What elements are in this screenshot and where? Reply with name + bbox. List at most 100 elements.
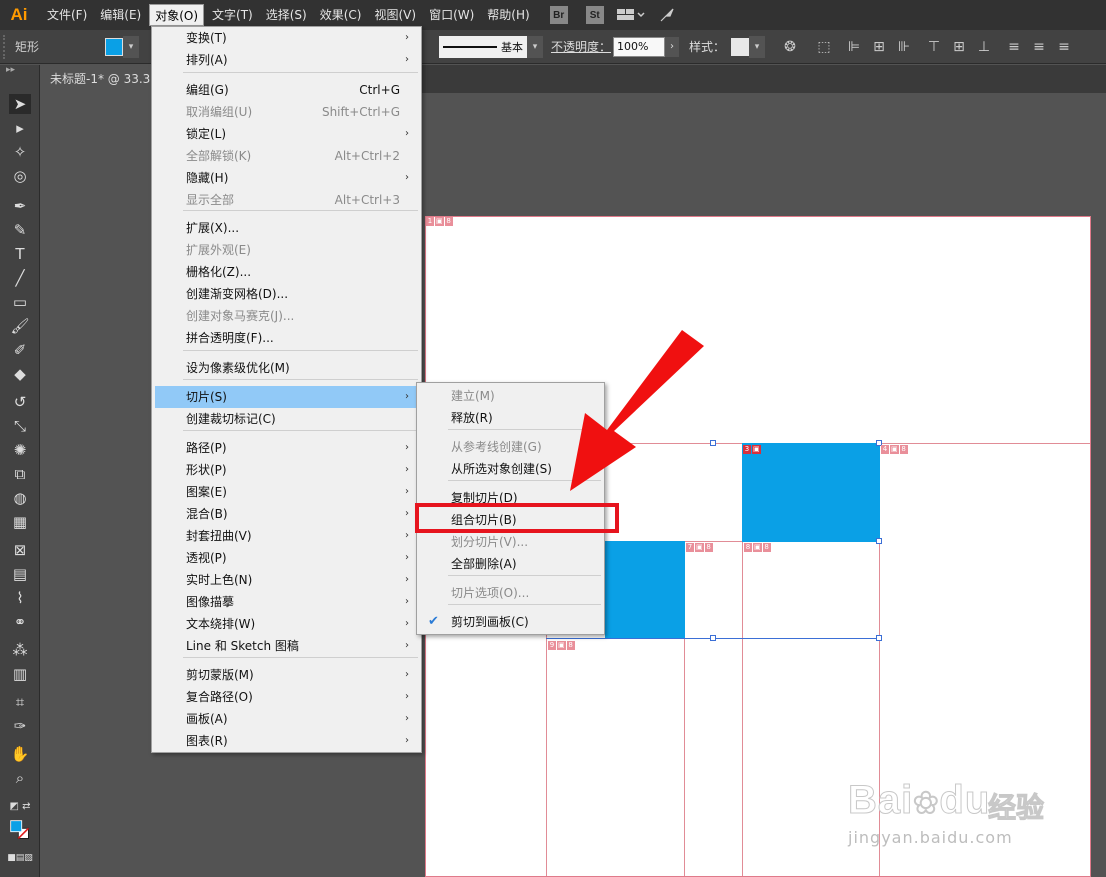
stroke-profile-dropdown[interactable]: 基本 [439, 35, 527, 58]
rectangle-tool-icon[interactable]: ▭ [9, 292, 31, 312]
scale-tool-icon[interactable]: ⤡ [9, 416, 31, 436]
object-menu-item[interactable]: 扩展(X)... [155, 217, 418, 239]
object-menu-item[interactable]: 路径(P) › [155, 437, 418, 459]
menu-6[interactable]: 视图(V) [369, 4, 421, 26]
blue-rectangle[interactable] [605, 541, 685, 639]
symbol-sprayer-tool-icon[interactable]: ⁂ [9, 640, 31, 660]
default-fill-stroke-icon[interactable]: ◩ ⇄ [9, 796, 31, 816]
object-menu-item[interactable]: 切片(S) › [155, 386, 418, 408]
object-menu-item[interactable]: 复合路径(O) › [155, 686, 418, 708]
selection-tool-icon[interactable]: ➤ [9, 94, 31, 114]
align-left-icon[interactable]: ⊫ [845, 38, 863, 56]
stroke-profile-arrow[interactable]: ▾ [527, 35, 543, 58]
graphic-style-dropdown[interactable]: ▾ [749, 35, 766, 58]
stock-icon[interactable]: St [585, 5, 604, 25]
hand-tool-icon[interactable]: ✋ [9, 744, 31, 764]
menu-3[interactable]: 文字(T) [207, 4, 258, 26]
zoom-tool-icon[interactable]: ⌕ [9, 768, 31, 788]
shape-builder-tool-icon[interactable]: ◍ [9, 488, 31, 508]
rotate-tool-icon[interactable]: ↺ [9, 392, 31, 412]
selection-handle[interactable] [710, 440, 716, 446]
line-tool-icon[interactable]: ╱ [9, 268, 31, 288]
slice-menu-item[interactable]: 全部删除(A) [420, 553, 601, 575]
object-menu-item[interactable]: 实时上色(N) › [155, 569, 418, 591]
align-bottom-icon[interactable]: ⊥ [975, 38, 993, 56]
slice-tool-icon[interactable]: ✑ [9, 716, 31, 736]
fill-swatch[interactable] [105, 37, 123, 56]
object-menu-item[interactable]: 透视(P) › [155, 547, 418, 569]
align-right-icon[interactable]: ⊪ [895, 38, 913, 56]
free-transform-tool-icon[interactable]: ⧉ [9, 464, 31, 484]
object-menu-item[interactable]: 形状(P) › [155, 459, 418, 481]
object-menu-item[interactable]: 栅格化(Z)... [155, 261, 418, 283]
eraser-tool-icon[interactable]: ◆ [9, 364, 31, 384]
selection-handle[interactable] [876, 538, 882, 544]
shaper-tool-icon[interactable]: ✐ [9, 340, 31, 360]
object-menu-item[interactable]: 剪切蒙版(M) › [155, 664, 418, 686]
distribute-bottom-icon[interactable]: ≡ [1055, 38, 1073, 56]
align-horizontal-center-icon[interactable]: ⊞ [870, 38, 888, 56]
artboard-tool-icon[interactable]: ⌗ [9, 692, 31, 712]
align-to-icon[interactable]: ⬚ [815, 38, 833, 56]
object-menu-item[interactable]: 图像描摹 › [155, 591, 418, 613]
object-menu-item[interactable]: 创建裁切标记(C) [155, 408, 418, 430]
color-mode-icons[interactable]: ■▤▧ [7, 848, 33, 868]
fill-stroke-swatch-icon[interactable] [9, 818, 31, 842]
perspective-grid-tool-icon[interactable]: ▦ [9, 512, 31, 532]
object-menu-item[interactable]: 设为像素级优化(M) [155, 357, 418, 379]
slice-menu-item[interactable]: 释放(R) [420, 407, 601, 429]
object-menu-item[interactable]: 封套扭曲(V) › [155, 525, 418, 547]
bridge-icon[interactable]: Br [549, 5, 568, 25]
paintbrush-tool-icon[interactable]: 🖌 [9, 316, 31, 336]
fill-dropdown[interactable]: ▾ [123, 35, 139, 58]
object-menu-item[interactable]: Line 和 Sketch 图稿 › [155, 635, 418, 657]
rocket-icon[interactable] [656, 5, 678, 25]
opacity-arrow[interactable]: › [665, 36, 680, 57]
menu-8[interactable]: 帮助(H) [482, 4, 534, 26]
object-menu-item[interactable]: 创建渐变网格(D)... [155, 283, 418, 305]
menu-5[interactable]: 效果(C) [315, 4, 367, 26]
pen-tool-icon[interactable]: ✒ [9, 196, 31, 216]
menu-7[interactable]: 窗口(W) [424, 4, 479, 26]
blue-rectangle[interactable] [742, 443, 880, 542]
gradient-tool-icon[interactable]: ▤ [9, 564, 31, 584]
slice-menu-item[interactable]: ✔ 剪切到画板(C) [420, 611, 601, 633]
recolor-artwork-icon[interactable]: ❂ [781, 38, 799, 56]
mesh-tool-icon[interactable]: ⊠ [9, 540, 31, 560]
menu-0[interactable]: 文件(F) [42, 4, 92, 26]
eyedropper-tool-icon[interactable]: ⌇ [9, 588, 31, 608]
menu-1[interactable]: 编辑(E) [95, 4, 146, 26]
distribute-top-icon[interactable]: ≡ [1005, 38, 1023, 56]
workspace-layout-icon[interactable] [616, 5, 646, 25]
selection-handle[interactable] [876, 635, 882, 641]
align-top-icon[interactable]: ⊤ [925, 38, 943, 56]
distribute-center-icon[interactable]: ≡ [1030, 38, 1048, 56]
column-graph-tool-icon[interactable]: ▥ [9, 664, 31, 684]
object-menu-item[interactable]: 隐藏(H) › [155, 167, 418, 189]
object-menu-item[interactable]: 文本绕排(W) › [155, 613, 418, 635]
opacity-label[interactable]: 不透明度： [551, 38, 611, 55]
type-tool-icon[interactable]: T [9, 244, 31, 264]
align-vertical-center-icon[interactable]: ⊞ [950, 38, 968, 56]
graphic-style-swatch[interactable] [731, 37, 750, 56]
magic-wand-tool-icon[interactable]: ✧ [9, 142, 31, 162]
curvature-tool-icon[interactable]: ✎ [9, 220, 31, 240]
document-tab[interactable]: 未标题-1* @ 33.3 [42, 65, 162, 93]
object-menu-item[interactable]: 画板(A) › [155, 708, 418, 730]
object-menu-item[interactable]: 编组(G) Ctrl+G [155, 79, 418, 101]
opacity-input[interactable]: 100% [613, 36, 666, 57]
object-menu-item[interactable]: 排列(A) › [155, 49, 418, 71]
object-menu-item[interactable]: 图案(E) › [155, 481, 418, 503]
object-menu-item[interactable]: 混合(B) › [155, 503, 418, 525]
selection-handle[interactable] [710, 635, 716, 641]
tools-collapse-icon[interactable]: ▸▸ [0, 65, 39, 77]
object-menu-item[interactable]: 变换(T) › [155, 27, 418, 49]
lasso-tool-icon[interactable]: ◎ [9, 166, 31, 186]
object-menu-item[interactable]: 锁定(L) › [155, 123, 418, 145]
object-menu-item[interactable]: 图表(R) › [155, 730, 418, 752]
object-menu-item[interactable]: 拼合透明度(F)... [155, 327, 418, 349]
menu-4[interactable]: 选择(S) [261, 4, 312, 26]
panel-grip[interactable] [3, 34, 11, 59]
blend-tool-icon[interactable]: ⚭ [9, 612, 31, 632]
slice-menu-item[interactable]: 从所选对象创建(S) [420, 458, 601, 480]
